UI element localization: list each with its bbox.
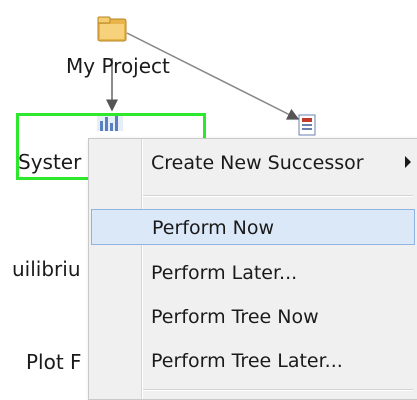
menu-item-create-new-successor[interactable]: Create New Successor (91, 145, 415, 181)
menu-item-label: Perform Tree Later... (151, 350, 343, 372)
menu-item-perform-tree-later[interactable]: Perform Tree Later... (91, 343, 415, 379)
menu-item-label: Perform Tree Now (151, 306, 319, 328)
root-node-label: My Project (66, 54, 170, 78)
menu-item-label: Perform Now (152, 217, 274, 239)
menu-item-label: Create New Successor (151, 152, 364, 174)
submenu-arrow-icon (405, 156, 411, 168)
menu-item-perform-tree-now[interactable]: Perform Tree Now (91, 299, 415, 335)
plot-node-label[interactable]: Plot F (26, 350, 82, 374)
system-node-label[interactable]: Syster (18, 150, 81, 174)
menu-separator (143, 389, 413, 391)
menu-item-perform-now[interactable]: Perform Now (91, 209, 415, 245)
equilibrium-node-label[interactable]: uilibriu (12, 257, 81, 281)
document-icon[interactable] (298, 114, 316, 136)
menu-item-label: Perform Later... (151, 262, 298, 284)
menu-item-perform-later[interactable]: Perform Later... (91, 255, 415, 291)
folder-icon[interactable] (97, 16, 127, 42)
context-menu: Create New Successor Perform Now Perform… (88, 138, 417, 400)
menu-separator (143, 195, 413, 197)
